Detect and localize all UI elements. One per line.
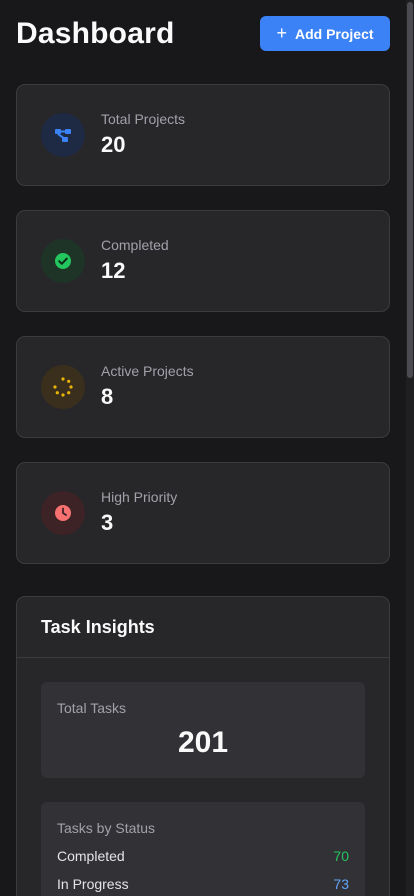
check-circle-icon [41, 239, 85, 283]
stat-card-total-projects: Total Projects 20 [16, 84, 390, 186]
spinner-icon [41, 365, 85, 409]
add-project-button[interactable]: + Add Project [260, 16, 390, 51]
stat-label: Total Projects [101, 111, 186, 127]
insights-title: Task Insights [41, 617, 155, 637]
status-row-completed: Completed 70 [57, 848, 349, 868]
stat-label: Active Projects [101, 363, 194, 379]
scrollbar-track[interactable] [406, 0, 414, 896]
stat-label: High Priority [101, 489, 178, 505]
page-title: Dashboard [16, 17, 175, 50]
task-insights-panel: Task Insights Total Tasks 201 Tasks by S… [16, 596, 390, 896]
stat-value: 3 [101, 510, 114, 535]
status-label: In Progress [57, 876, 129, 892]
total-tasks-label: Total Tasks [57, 700, 126, 716]
scrollbar-thumb[interactable] [407, 2, 413, 378]
status-value: 73 [333, 876, 349, 892]
tasks-by-status-title: Tasks by Status [57, 820, 156, 836]
status-row-in-progress: In Progress 73 [57, 876, 349, 896]
stat-card-active-projects: Active Projects 8 [16, 336, 390, 438]
status-label: Completed [57, 848, 125, 864]
stat-card-completed: Completed 12 [16, 210, 390, 312]
divider [17, 657, 389, 658]
project-graph-icon [41, 113, 85, 157]
dashboard-page: Dashboard + Add Project Total Projects 2… [16, 0, 390, 896]
add-project-label: Add Project [294, 25, 374, 42]
tasks-by-status-box: Tasks by Status Completed 70 In Progress… [41, 802, 365, 896]
stat-card-high-priority: High Priority 3 [16, 462, 390, 564]
clock-icon [41, 491, 85, 535]
status-value: 70 [333, 848, 349, 864]
plus-icon: + [276, 22, 287, 43]
stat-value: 8 [101, 384, 114, 409]
stat-value: 12 [101, 258, 126, 283]
stat-value: 20 [101, 132, 126, 157]
stat-label: Completed [101, 237, 169, 253]
page-header: Dashboard + Add Project [16, 0, 390, 84]
total-tasks-value: 201 [177, 726, 229, 759]
total-tasks-box: Total Tasks 201 [41, 682, 365, 778]
